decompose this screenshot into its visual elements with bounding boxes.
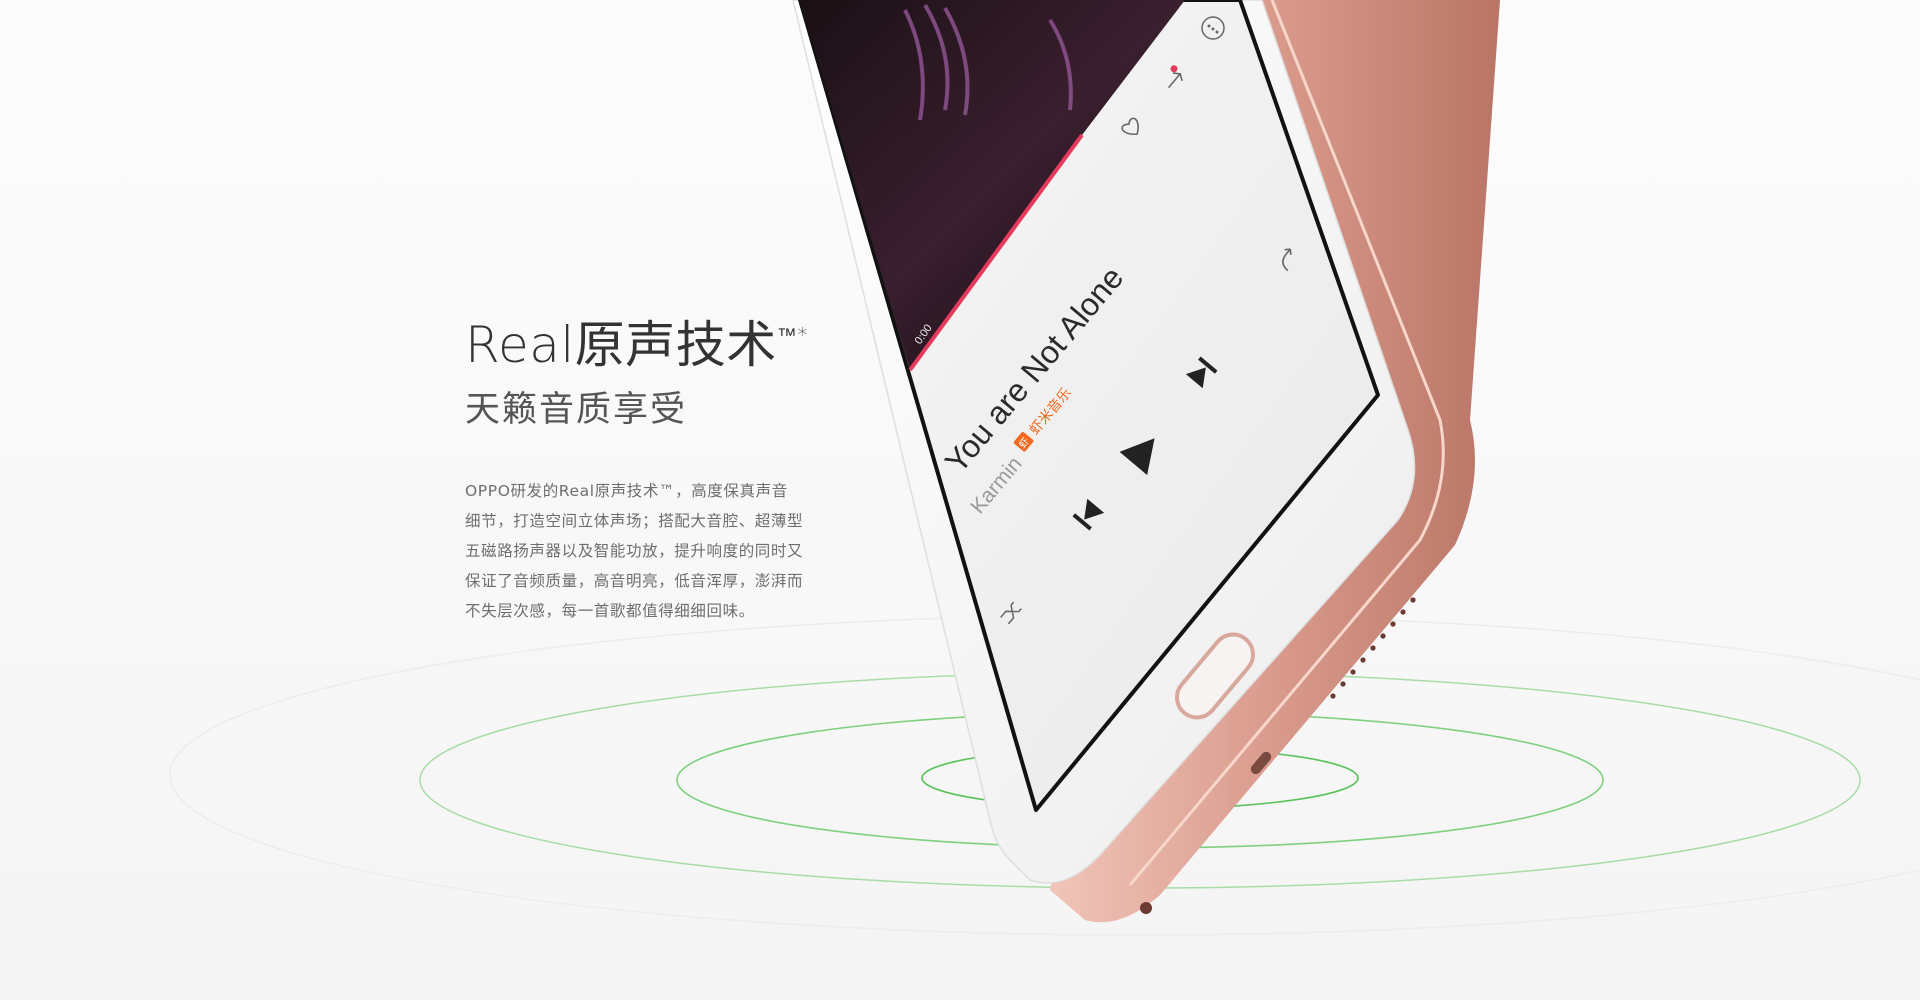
headphone-jack — [1140, 902, 1152, 914]
feature-headline: Real原声技术™* — [465, 318, 825, 373]
phone-illustration: 0:00 You are Not Alone Karmin 虾 虾米音乐 — [792, 0, 1500, 923]
feature-copy: Real原声技术™* 天籁音质享受 OPPO研发的Real原声技术™，高度保真声… — [465, 318, 825, 626]
description-line: OPPO研发的Real原声技术™，高度保真声音 — [465, 482, 788, 500]
description-line: 不失层次感，每一首歌都值得细细回味。 — [465, 602, 755, 620]
trademark-mark: ™* — [776, 323, 808, 347]
feature-subhead: 天籁音质享受 — [465, 390, 688, 430]
description-line: 五磁路扬声器以及智能功放，提升响度的同时又 — [465, 542, 804, 560]
headline-text: Real原声技术 — [465, 316, 777, 374]
feature-section: 0:00 You are Not Alone Karmin 虾 虾米音乐 Rea… — [0, 0, 1920, 1000]
feature-description: OPPO研发的Real原声技术™，高度保真声音 细节，打造空间立体声场；搭配大音… — [465, 476, 825, 626]
description-line: 细节，打造空间立体声场；搭配大音腔、超薄型 — [465, 512, 804, 530]
description-line: 保证了音频质量，高音明亮，低音浑厚，澎湃而 — [465, 572, 804, 590]
